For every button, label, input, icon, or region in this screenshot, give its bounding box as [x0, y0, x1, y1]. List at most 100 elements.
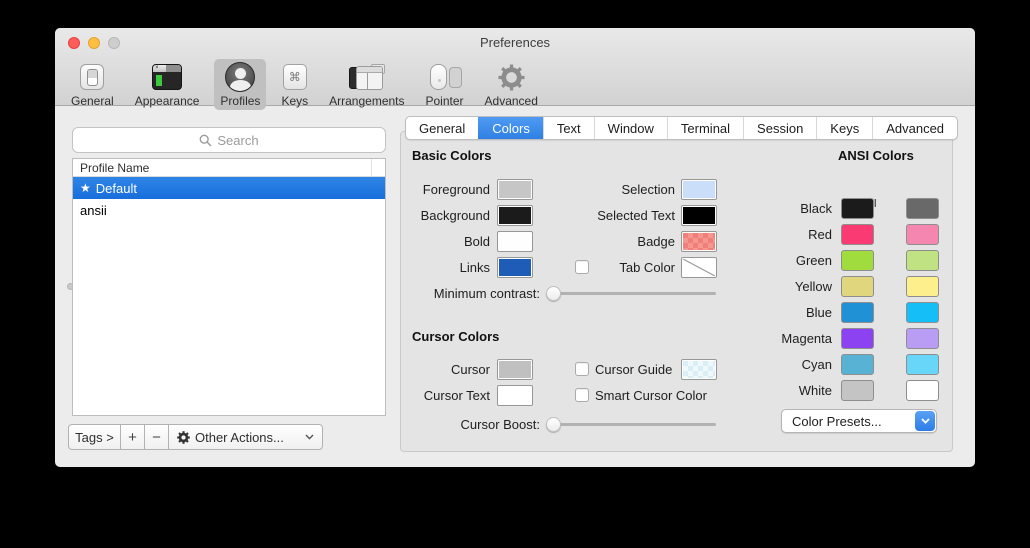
profile-name: Default: [96, 181, 137, 196]
tab-color-checkbox[interactable]: [575, 260, 589, 274]
ansi-blue-bright-well[interactable]: [906, 302, 939, 323]
ansi-row-blue: Blue: [752, 299, 939, 325]
color-presets-dropdown[interactable]: Color Presets...: [781, 409, 937, 433]
ansi-row-white: White: [752, 377, 939, 403]
foreground-row: Foreground: [412, 176, 533, 202]
ansi-row-magenta: Magenta: [752, 325, 939, 351]
ansi-row-black: Black: [752, 195, 939, 221]
links-color-well[interactable]: [497, 257, 533, 278]
toolbar: General × Appearance Profiles ⌘ Keys: [65, 59, 544, 110]
toolbar-item-general[interactable]: General: [65, 59, 120, 110]
add-profile-button[interactable]: +: [120, 424, 145, 450]
tab-keys[interactable]: Keys: [816, 117, 872, 139]
toolbar-item-appearance[interactable]: × Appearance: [129, 59, 206, 110]
ansi-row-red: Red: [752, 221, 939, 247]
keys-icon: ⌘: [283, 62, 307, 92]
slider-knob[interactable]: [546, 286, 561, 301]
badge-color-well[interactable]: [681, 231, 717, 252]
cursor-text-row: Cursor Text: [412, 382, 533, 408]
ansi-row-yellow: Yellow: [752, 273, 939, 299]
ansi-green-normal-well[interactable]: [841, 250, 874, 271]
ansi-cyan-normal-well[interactable]: [841, 354, 874, 375]
selection-row: Selection: [575, 176, 717, 202]
ansi-magenta-normal-well[interactable]: [841, 328, 874, 349]
window-chrome: Preferences General × Appearance Profile…: [55, 28, 975, 106]
ansi-cyan-bright-well[interactable]: [906, 354, 939, 375]
cursor-colors-right-column: Cursor Guide Smart Cursor Color: [575, 356, 717, 408]
toolbar-item-advanced[interactable]: Advanced: [479, 59, 544, 110]
ansi-yellow-normal-well[interactable]: [841, 276, 874, 297]
profiles-icon: [225, 62, 255, 92]
profile-row-default[interactable]: ★ Default: [73, 177, 385, 199]
tab-color-well[interactable]: [681, 257, 717, 278]
tab-colors[interactable]: Colors: [478, 117, 543, 139]
search-icon: [199, 134, 212, 147]
ansi-red-normal-well[interactable]: [841, 224, 874, 245]
cursor-colors-left-column: Cursor Cursor Text: [412, 356, 533, 408]
tab-session[interactable]: Session: [743, 117, 816, 139]
selected-text-color-well[interactable]: [681, 205, 717, 226]
advanced-gear-icon: [497, 62, 526, 92]
toolbar-item-profiles[interactable]: Profiles: [214, 59, 266, 110]
profile-row-ansii[interactable]: ansii: [73, 199, 385, 221]
tab-color-row: Tab Color: [575, 254, 717, 280]
toolbar-item-keys[interactable]: ⌘ Keys: [275, 59, 314, 110]
arrangements-icon: [349, 62, 385, 92]
bold-color-well[interactable]: [497, 231, 533, 252]
ansi-black-normal-well[interactable]: [841, 198, 874, 219]
ansi-blue-normal-well[interactable]: [841, 302, 874, 323]
search-placeholder: Search: [217, 133, 258, 148]
ansi-red-bright-well[interactable]: [906, 224, 939, 245]
tab-general[interactable]: General: [406, 117, 478, 139]
general-icon: [80, 62, 104, 92]
cursor-text-color-well[interactable]: [497, 385, 533, 406]
smart-cursor-row: Smart Cursor Color: [575, 382, 717, 408]
dropdown-arrow-button[interactable]: [915, 411, 935, 431]
cursor-guide-row: Cursor Guide: [575, 356, 717, 382]
toolbar-item-arrangements[interactable]: Arrangements: [323, 59, 410, 110]
profile-tabs: General Colors Text Window Terminal Sess…: [405, 116, 958, 140]
tab-window[interactable]: Window: [594, 117, 667, 139]
chevron-down-icon: [921, 418, 930, 424]
pointer-icon: [428, 62, 462, 92]
ansi-white-bright-well[interactable]: [906, 380, 939, 401]
profile-list-header[interactable]: Profile Name: [73, 159, 385, 177]
links-row: Links: [412, 254, 533, 280]
remove-profile-button[interactable]: −: [144, 424, 169, 450]
selected-text-row: Selected Text: [575, 202, 717, 228]
ansi-magenta-bright-well[interactable]: [906, 328, 939, 349]
ansi-white-normal-well[interactable]: [841, 380, 874, 401]
tab-terminal[interactable]: Terminal: [667, 117, 743, 139]
ansi-yellow-bright-well[interactable]: [906, 276, 939, 297]
gear-icon: [177, 431, 190, 444]
ansi-black-bright-well[interactable]: [906, 198, 939, 219]
cursor-row: Cursor: [412, 356, 533, 382]
appearance-icon: ×: [152, 62, 182, 92]
tab-advanced[interactable]: Advanced: [872, 117, 957, 139]
tags-button[interactable]: Tags >: [68, 424, 121, 450]
basic-colors-right-column: Selection Selected Text Badge Tab Color: [575, 176, 717, 280]
ansi-green-bright-well[interactable]: [906, 250, 939, 271]
tab-text[interactable]: Text: [543, 117, 594, 139]
cursor-boost-slider[interactable]: [546, 417, 716, 432]
toolbar-item-pointer[interactable]: Pointer: [420, 59, 470, 110]
cursor-color-well[interactable]: [497, 359, 533, 380]
minimum-contrast-slider[interactable]: [546, 286, 716, 301]
cursor-guide-checkbox[interactable]: [575, 362, 589, 376]
basic-colors-left-column: Foreground Background Bold Links: [412, 176, 533, 280]
other-actions-dropdown[interactable]: Other Actions...: [168, 424, 323, 450]
cursor-guide-color-well[interactable]: [681, 359, 717, 380]
ansi-colors-grid: Black Red Green Yellow Blue Magenta: [752, 195, 939, 403]
foreground-color-well[interactable]: [497, 179, 533, 200]
title-bar[interactable]: Preferences: [55, 28, 975, 58]
minimum-contrast-row: Minimum contrast:: [412, 280, 716, 306]
slider-knob[interactable]: [546, 417, 561, 432]
selection-color-well[interactable]: [681, 179, 717, 200]
background-color-well[interactable]: [497, 205, 533, 226]
profile-list: Profile Name ★ Default ansii: [72, 158, 386, 416]
smart-cursor-checkbox[interactable]: [575, 388, 589, 402]
background-row: Background: [412, 202, 533, 228]
star-icon: ★: [80, 181, 91, 195]
profile-actions-bar: Tags > + − Other Actions...: [68, 424, 323, 450]
search-input[interactable]: Search: [72, 127, 386, 153]
